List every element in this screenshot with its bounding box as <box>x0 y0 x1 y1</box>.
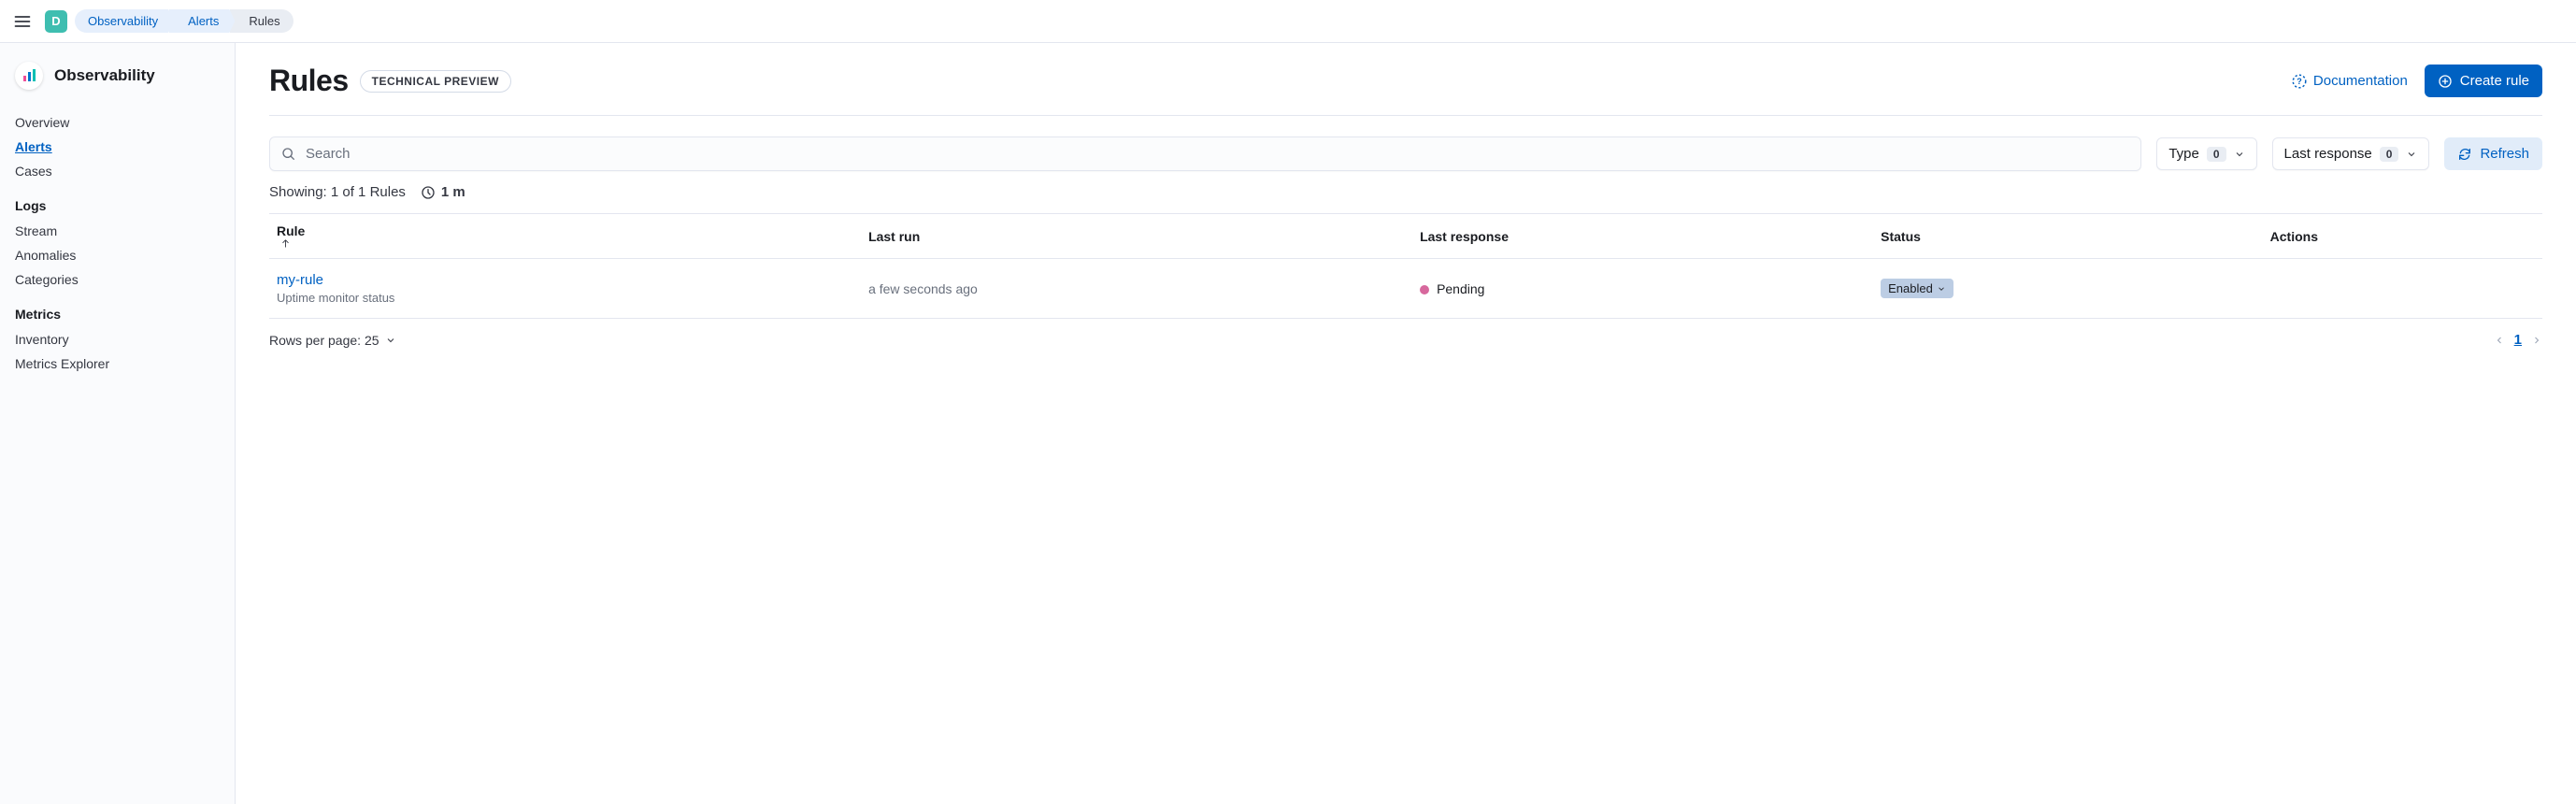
sidebar-item-overview[interactable]: Overview <box>15 110 220 135</box>
pagination: 1 <box>2494 332 2542 348</box>
pagination-next <box>2531 335 2542 346</box>
rule-last-response-text: Pending <box>1437 281 1484 296</box>
table-row: my-rule Uptime monitor status a few seco… <box>269 259 2542 319</box>
search-input[interactable] <box>306 146 2129 162</box>
space-selector[interactable]: D <box>45 10 67 33</box>
sidebar-item-inventory[interactable]: Inventory <box>15 327 220 352</box>
chevron-down-icon <box>2406 149 2417 160</box>
column-header-last-run[interactable]: Last run <box>861 214 1412 259</box>
plus-circle-icon <box>2438 74 2453 89</box>
interval-value: 1 m <box>441 184 465 200</box>
rule-status-toggle[interactable]: Enabled <box>1881 279 1953 298</box>
sidebar-app-title: Observability <box>54 66 155 85</box>
type-filter-button[interactable]: Type 0 <box>2156 137 2256 170</box>
rows-per-page-selector[interactable]: Rows per page: 25 <box>269 333 396 348</box>
sidebar-item-categories[interactable]: Categories <box>15 267 220 292</box>
type-filter-count: 0 <box>2207 147 2226 162</box>
breadcrumb-rules: Rules <box>230 9 293 33</box>
breadcrumb: Observability Alerts Rules <box>75 9 293 33</box>
breadcrumb-observability[interactable]: Observability <box>75 9 175 33</box>
rule-type-label: Uptime monitor status <box>277 291 853 305</box>
column-header-status[interactable]: Status <box>1873 214 2263 259</box>
pagination-prev <box>2494 335 2505 346</box>
sidebar-item-alerts[interactable]: Alerts <box>15 135 220 159</box>
refresh-icon <box>2457 147 2472 162</box>
last-response-filter-count: 0 <box>2380 147 2399 162</box>
sidebar-app-link[interactable]: Observability <box>15 58 220 93</box>
rules-table: Rule Last run Last response Status Actio… <box>269 213 2542 319</box>
column-header-actions: Actions <box>2263 214 2542 259</box>
rule-last-response: Pending <box>1412 259 1873 319</box>
breadcrumb-alerts[interactable]: Alerts <box>169 9 236 33</box>
hamburger-icon <box>13 12 32 31</box>
search-box[interactable] <box>269 136 2141 171</box>
refresh-button-label: Refresh <box>2480 146 2529 162</box>
search-icon <box>281 147 296 162</box>
create-rule-button-label: Create rule <box>2460 73 2529 89</box>
chevron-down-icon <box>2234 149 2245 160</box>
page-header: Rules TECHNICAL PREVIEW ? Documentation … <box>269 64 2542 116</box>
menu-toggle-button[interactable] <box>7 7 37 36</box>
column-header-rule[interactable]: Rule <box>269 214 861 259</box>
sidebar-item-metrics-explorer[interactable]: Metrics Explorer <box>15 352 220 376</box>
pagination-page-1[interactable]: 1 <box>2514 332 2522 348</box>
last-response-filter-button[interactable]: Last response 0 <box>2272 137 2430 170</box>
documentation-link[interactable]: ? Documentation <box>2291 73 2408 90</box>
sidebar-item-cases[interactable]: Cases <box>15 159 220 183</box>
refresh-button[interactable]: Refresh <box>2444 137 2542 170</box>
sidebar-item-stream[interactable]: Stream <box>15 219 220 243</box>
observability-icon <box>15 62 43 90</box>
svg-text:?: ? <box>2297 77 2302 86</box>
clock-icon <box>421 185 436 200</box>
status-dot-icon <box>1420 285 1429 294</box>
chevron-right-icon <box>2531 335 2542 346</box>
interval-indicator[interactable]: 1 m <box>421 184 465 200</box>
rule-status-label: Enabled <box>1888 281 1933 295</box>
documentation-link-label: Documentation <box>2313 73 2408 89</box>
page-title: Rules <box>269 64 349 98</box>
technical-preview-badge: TECHNICAL PREVIEW <box>360 70 511 93</box>
rule-actions-cell <box>2263 259 2542 319</box>
rule-name-link[interactable]: my-rule <box>277 272 853 288</box>
showing-text: Showing: 1 of 1 Rules <box>269 184 406 200</box>
rows-per-page-label: Rows per page: 25 <box>269 333 379 348</box>
chevron-down-icon <box>1937 284 1946 294</box>
controls-row: Type 0 Last response 0 Refresh <box>269 136 2542 171</box>
type-filter-label: Type <box>2168 146 2199 162</box>
sort-asc-icon <box>280 238 291 249</box>
column-header-last-response[interactable]: Last response <box>1412 214 1873 259</box>
chevron-left-icon <box>2494 335 2505 346</box>
chevron-down-icon <box>385 335 396 346</box>
table-footer: Rows per page: 25 1 <box>269 332 2542 348</box>
help-icon: ? <box>2291 73 2308 90</box>
rule-last-run: a few seconds ago <box>861 259 1412 319</box>
main-content: Rules TECHNICAL PREVIEW ? Documentation … <box>236 43 2576 804</box>
create-rule-button[interactable]: Create rule <box>2425 65 2542 97</box>
column-header-rule-label: Rule <box>277 223 305 238</box>
showing-row: Showing: 1 of 1 Rules 1 m <box>269 184 2542 200</box>
sidebar: Observability Overview Alerts Cases Logs… <box>0 43 236 804</box>
top-header: D Observability Alerts Rules <box>0 0 2576 43</box>
sidebar-heading-metrics: Metrics <box>15 301 220 327</box>
last-response-filter-label: Last response <box>2284 146 2372 162</box>
sidebar-item-anomalies[interactable]: Anomalies <box>15 243 220 267</box>
sidebar-heading-logs: Logs <box>15 193 220 219</box>
